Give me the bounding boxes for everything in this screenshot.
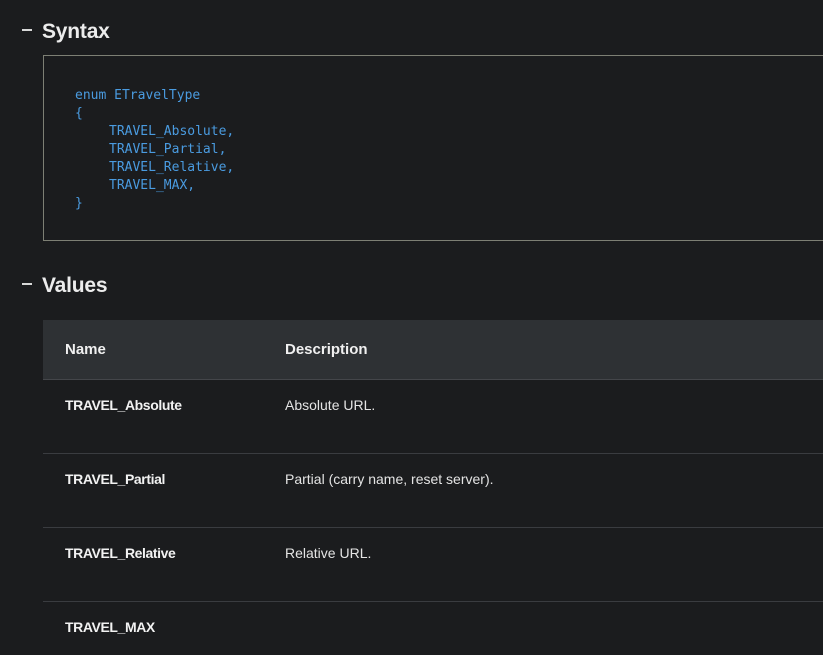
value-name: TRAVEL_Absolute: [65, 397, 182, 413]
syntax-section-toggle[interactable]: Syntax: [22, 20, 110, 44]
value-description: Absolute URL.: [285, 397, 376, 413]
code-content: enum ETravelType { TRAVEL_Absolute, TRAVEL_…: [75, 87, 234, 213]
code-line: TRAVEL_Absolute,: [109, 124, 235, 139]
values-section-toggle[interactable]: Values: [22, 274, 108, 298]
table-header-row: Name Description: [43, 320, 823, 380]
code-line: TRAVEL_MAX,: [109, 178, 196, 193]
collapse-icon[interactable]: [22, 29, 32, 31]
value-name: TRAVEL_Partial: [65, 471, 165, 487]
value-description: [285, 602, 823, 619]
code-line: }: [75, 196, 83, 211]
value-description: Partial (carry name, reset server).: [285, 471, 494, 487]
collapse-icon[interactable]: [22, 283, 32, 285]
table-row: TRAVEL_Relative Relative URL.: [43, 527, 823, 602]
value-name: TRAVEL_Relative: [65, 545, 176, 561]
code-line: enum ETravelType: [75, 88, 201, 103]
documentation-page: Syntax enum ETravelType { TRAVEL_Absolute,…: [0, 0, 823, 655]
values-table: Name Description TRAVEL_Absolute Absolut…: [43, 320, 823, 655]
code-line: {: [75, 106, 83, 121]
code-line: TRAVEL_Relative,: [109, 160, 235, 175]
name-column-header: Name: [43, 320, 285, 380]
table-row: TRAVEL_Absolute Absolute URL.: [43, 379, 823, 454]
value-name: TRAVEL_MAX: [65, 619, 155, 635]
syntax-heading: Syntax: [42, 20, 110, 43]
code-line: TRAVEL_Partial,: [109, 142, 227, 157]
description-column-header: Description: [285, 320, 823, 380]
syntax-code-block: enum ETravelType { TRAVEL_Absolute, TRAVEL_…: [43, 55, 823, 241]
values-heading: Values: [42, 274, 108, 297]
value-description: Relative URL.: [285, 545, 372, 561]
table-row: TRAVEL_Partial Partial (carry name, rese…: [43, 453, 823, 528]
table-row: TRAVEL_MAX: [43, 601, 823, 655]
